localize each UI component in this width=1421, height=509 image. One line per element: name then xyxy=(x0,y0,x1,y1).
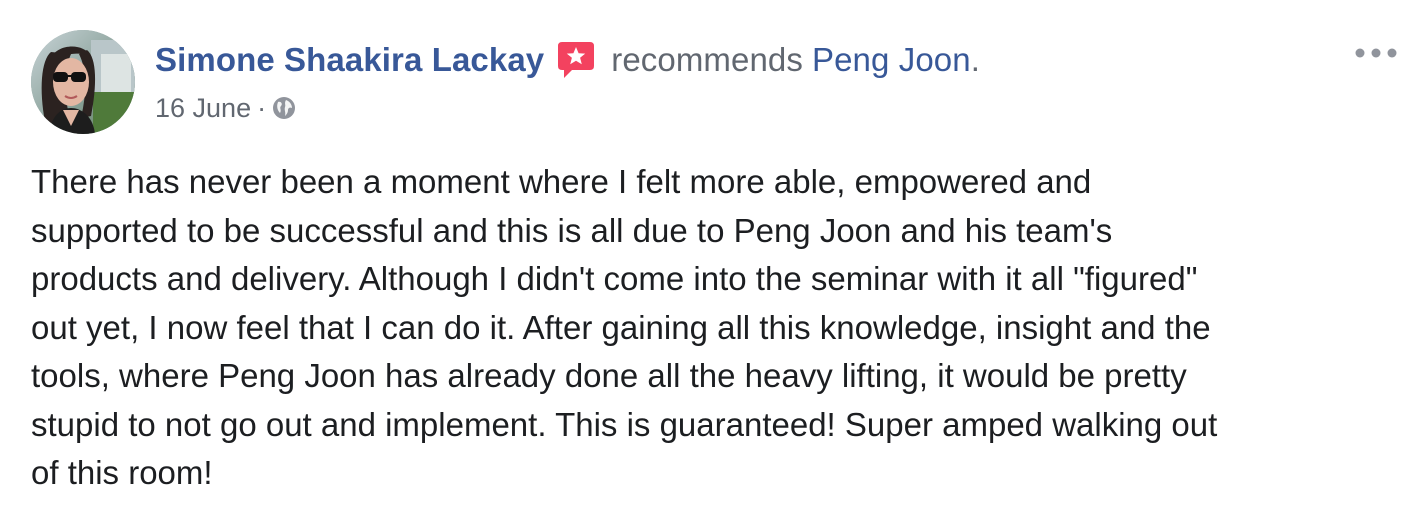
body-line: products and delivery. Although I didn't… xyxy=(31,260,1198,297)
body-line: out yet, I now feel that I can do it. Af… xyxy=(31,308,1211,346)
author-name-link[interactable]: Simone Shaakira Lackay xyxy=(155,41,544,79)
page-name-link[interactable]: Peng Joon xyxy=(812,41,971,79)
more-options-button[interactable] xyxy=(1353,44,1399,64)
body-line: tools, where Peng Joon has already done … xyxy=(31,357,1187,394)
meta-separator: · xyxy=(257,92,267,123)
more-options-icon xyxy=(1355,48,1397,58)
post-meta: 16 June · xyxy=(155,90,297,126)
action-text: recommends xyxy=(611,41,803,78)
post-header: Simone Shaakira Lackay recommends Peng J… xyxy=(155,38,980,82)
post-body-text: There has never been a moment where I fe… xyxy=(31,158,1406,498)
recommendation-post: Simone Shaakira Lackay recommends Peng J… xyxy=(0,0,1421,509)
recommendation-star-badge-icon xyxy=(554,38,598,82)
body-line: stupid to not go out and implement. This… xyxy=(31,405,1218,443)
post-date-link[interactable]: 16 June xyxy=(155,93,251,124)
body-line: supported to be successful and this is a… xyxy=(31,211,1113,249)
body-line: of this room! xyxy=(31,454,213,491)
header-period: . xyxy=(970,41,980,78)
globe-icon[interactable] xyxy=(271,95,297,121)
author-avatar[interactable] xyxy=(31,30,135,134)
body-line: There has never been a moment where I fe… xyxy=(31,163,1092,200)
